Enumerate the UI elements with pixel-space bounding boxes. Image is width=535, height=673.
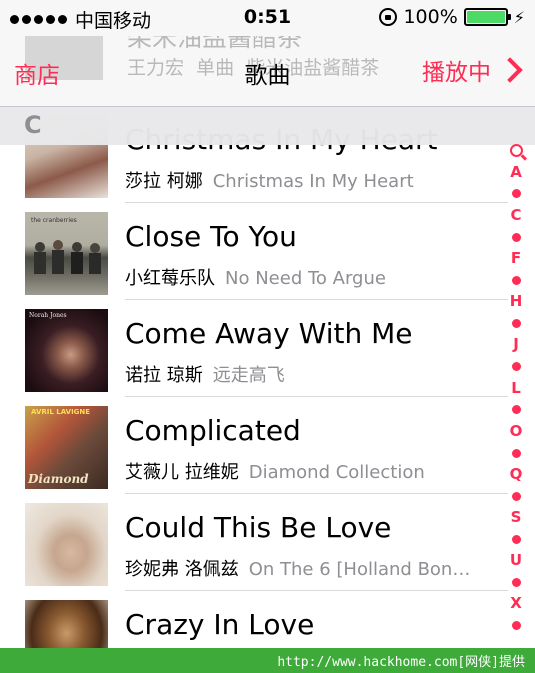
index-letter-l[interactable]: L — [511, 378, 521, 400]
art-caption-bottom: Diamond — [28, 472, 89, 486]
album-artwork: AVRIL LAVIGNE Diamond — [25, 406, 108, 489]
album-artwork — [25, 503, 108, 586]
section-index-bar[interactable]: ACFHJLOQSUX — [506, 140, 526, 640]
index-letter-o[interactable]: O — [510, 421, 523, 443]
index-dot[interactable] — [511, 313, 521, 335]
row-separator — [125, 396, 508, 397]
bolt-icon: ⚡ — [513, 7, 525, 27]
song-title: Come Away With Me — [125, 317, 413, 350]
art-figures: the cranberries — [31, 217, 101, 274]
index-dot[interactable] — [511, 183, 521, 205]
row-separator — [125, 202, 508, 203]
song-row[interactable]: AVRIL LAVIGNE Diamond Complicated 艾薇儿 拉维… — [0, 398, 508, 494]
row-separator — [125, 590, 508, 591]
song-row[interactable]: the cranberries Close To You 小红莓乐队 No Nee… — [0, 204, 508, 300]
index-dot[interactable] — [511, 615, 521, 637]
index-letter-x[interactable]: X — [510, 593, 522, 615]
song-subtitle: 珍妮弗 洛佩兹 On The 6 [Holland Bon… — [125, 559, 471, 580]
album-artwork: the cranberries — [25, 212, 108, 295]
rotation-lock-icon — [379, 8, 398, 26]
album-artwork: Norah Jones — [25, 309, 108, 392]
index-dot[interactable] — [511, 486, 521, 508]
song-title: Crazy In Love — [125, 608, 315, 641]
art-caption-top: AVRIL LAVIGNE — [31, 408, 91, 416]
song-row[interactable]: Could This Be Love 珍妮弗 洛佩兹 On The 6 [Holl… — [0, 495, 508, 591]
index-letter-c[interactable]: C — [510, 205, 521, 227]
index-letter-j[interactable]: J — [513, 334, 519, 356]
battery-percent: 100% — [403, 6, 458, 28]
album-artwork — [25, 600, 108, 648]
now-playing-button[interactable]: 播放中 — [422, 53, 523, 87]
watermark-text: http://www.hackhome.com[网侠]提供 — [277, 655, 525, 670]
song-title: Close To You — [125, 220, 297, 253]
song-row[interactable]: Crazy In Love — [0, 592, 508, 648]
section-header: C — [0, 107, 535, 145]
index-dot[interactable] — [511, 529, 521, 551]
battery-icon — [463, 8, 511, 26]
index-dot[interactable] — [511, 399, 521, 421]
now-playing-song: 柴米油盐酱醋茶 — [127, 36, 303, 52]
song-subtitle: 莎拉 柯娜 Christmas In My Heart — [125, 171, 414, 192]
index-search-icon[interactable] — [509, 140, 523, 162]
row-separator — [125, 493, 508, 494]
row-separator — [125, 299, 508, 300]
song-title: Could This Be Love — [125, 511, 392, 544]
song-title: Complicated — [125, 414, 301, 447]
svg-text:the cranberries: the cranberries — [31, 217, 77, 224]
status-right: 100% ⚡ — [379, 6, 525, 28]
index-dot[interactable] — [511, 226, 521, 248]
index-letter-q[interactable]: Q — [510, 464, 523, 486]
index-dot[interactable] — [511, 572, 521, 594]
index-letter-s[interactable]: S — [511, 507, 522, 529]
index-letter-h[interactable]: H — [510, 291, 523, 313]
index-dot[interactable] — [511, 270, 521, 292]
index-letter-u[interactable]: U — [510, 550, 522, 572]
song-subtitle: 诺拉 琼斯 远走高飞 — [125, 365, 285, 386]
song-subtitle: 艾薇儿 拉维妮 Diamond Collection — [125, 462, 425, 483]
chevron-right-icon — [497, 57, 523, 83]
index-letter-a[interactable]: A — [510, 162, 522, 184]
index-dot[interactable] — [511, 442, 521, 464]
watermark-bar: http://www.hackhome.com[网侠]提供 — [0, 648, 535, 673]
index-letter-f[interactable]: F — [511, 248, 521, 270]
art-caption: Norah Jones — [29, 312, 67, 319]
now-playing-label: 播放中 — [422, 60, 491, 86]
song-subtitle: 小红莓乐队 No Need To Argue — [125, 268, 386, 289]
song-row[interactable]: Norah Jones Come Away With Me 诺拉 琼斯 远走高飞 — [0, 301, 508, 397]
status-bar: 中国移动 0:51 100% ⚡ — [0, 0, 535, 36]
navigation-bar: 柴米油盐酱醋茶 王力宏 单曲 柴米油盐酱醋茶 商店 歌曲 播放中 — [0, 36, 535, 107]
section-letter: C — [24, 111, 42, 139]
index-dot[interactable] — [511, 356, 521, 378]
song-list[interactable]: Christmas In My Heart 莎拉 柯娜Christmas In … — [0, 107, 535, 648]
